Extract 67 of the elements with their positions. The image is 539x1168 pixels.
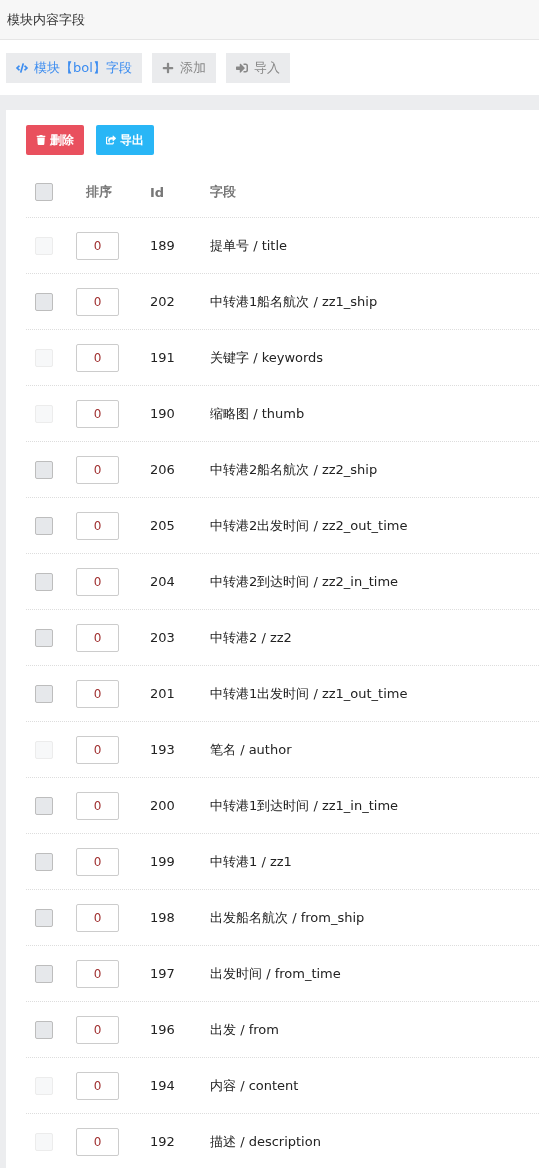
order-input[interactable]: 0 bbox=[76, 455, 119, 484]
page-title: 模块内容字段 bbox=[7, 10, 85, 29]
field-cell-text: 出发时间 / from_time bbox=[210, 964, 342, 983]
id-cell-text: 193 bbox=[150, 742, 176, 757]
row-checkbox[interactable] bbox=[35, 852, 53, 871]
order-input[interactable]: 0 bbox=[76, 567, 119, 596]
id-cell-text: 190 bbox=[150, 406, 176, 421]
row-checkbox[interactable] bbox=[35, 292, 53, 311]
order-input[interactable]: 0 bbox=[76, 1015, 119, 1044]
field-cell-text: 中转港2出发时间 / zz2_out_time bbox=[210, 516, 409, 535]
row-checkbox[interactable] bbox=[35, 684, 53, 703]
id-cell-text: 206 bbox=[150, 462, 176, 477]
id-cell-text: 192 bbox=[150, 1134, 176, 1149]
field-cell-text: 中转港1船名航次 / zz1_ship bbox=[210, 292, 379, 311]
field-cell-text: 缩略图 / thumb bbox=[210, 404, 306, 423]
select-all-checkbox[interactable] bbox=[35, 183, 53, 201]
field-cell-text: 笔名 / author bbox=[210, 740, 293, 759]
field-cell-text: 内容 / content bbox=[210, 1076, 300, 1095]
id-cell-text: 202 bbox=[150, 294, 176, 309]
order-input[interactable]: 0 bbox=[76, 679, 119, 708]
id-cell-text: 205 bbox=[150, 518, 176, 533]
row-checkbox[interactable] bbox=[35, 908, 53, 927]
id-cell-text: 200 bbox=[150, 798, 176, 813]
order-input[interactable]: 0 bbox=[76, 847, 119, 876]
plus-icon bbox=[161, 61, 174, 74]
order-input[interactable]: 0 bbox=[76, 791, 119, 820]
id-cell-text: 189 bbox=[150, 238, 176, 253]
field-cell-text: 出发船名航次 / from_ship bbox=[210, 908, 366, 927]
order-input[interactable]: 0 bbox=[76, 511, 119, 540]
import-icon bbox=[235, 61, 248, 74]
field-cell-text: 提单号 / title bbox=[210, 236, 289, 255]
row-checkbox[interactable] bbox=[35, 964, 53, 983]
id-cell-text: 197 bbox=[150, 966, 176, 981]
export-icon bbox=[106, 135, 116, 145]
row-checkbox[interactable] bbox=[35, 460, 53, 479]
order-input[interactable]: 0 bbox=[76, 287, 119, 316]
field-cell-text: 中转港2到达时间 / zz2_in_time bbox=[210, 572, 400, 591]
trash-icon bbox=[36, 135, 46, 145]
id-cell-text: 198 bbox=[150, 910, 176, 925]
id-cell-text: 203 bbox=[150, 630, 176, 645]
field-cell-text: 中转港2 / zz2 bbox=[210, 628, 293, 647]
field-cell-text: 关键字 / keywords bbox=[210, 348, 325, 367]
row-checkbox[interactable] bbox=[35, 1020, 53, 1039]
id-cell-text: 196 bbox=[150, 1022, 176, 1037]
field-cell-text: 出发 / from bbox=[210, 1020, 280, 1039]
column-header: 字段 bbox=[210, 183, 237, 201]
field-cell-text: 中转港1出发时间 / zz1_out_time bbox=[210, 684, 409, 703]
id-cell-text: 204 bbox=[150, 574, 176, 589]
order-input[interactable]: 0 bbox=[76, 959, 119, 988]
order-input[interactable]: 0 bbox=[76, 903, 119, 932]
row-checkbox[interactable] bbox=[35, 628, 53, 647]
order-input[interactable]: 0 bbox=[76, 623, 119, 652]
delete-button[interactable]: 删除 bbox=[26, 125, 84, 155]
field-cell-text: 中转港1到达时间 / zz1_in_time bbox=[210, 796, 400, 815]
id-cell-text: 191 bbox=[150, 350, 176, 365]
column-header: Id bbox=[150, 184, 166, 200]
id-cell-text: 201 bbox=[150, 686, 176, 701]
row-checkbox[interactable] bbox=[35, 516, 53, 535]
id-cell-text: 199 bbox=[150, 854, 176, 869]
field-cell-text: 中转港1 / zz1 bbox=[210, 852, 293, 871]
row-checkbox[interactable] bbox=[35, 796, 53, 815]
code-icon bbox=[16, 61, 28, 74]
field-cell-text: 中转港2船名航次 / zz2_ship bbox=[210, 460, 379, 479]
column-header: 排序 bbox=[86, 183, 113, 201]
row-checkbox[interactable] bbox=[35, 572, 53, 591]
id-cell-text: 194 bbox=[150, 1078, 176, 1093]
field-cell-text: 描述 / description bbox=[210, 1132, 322, 1151]
